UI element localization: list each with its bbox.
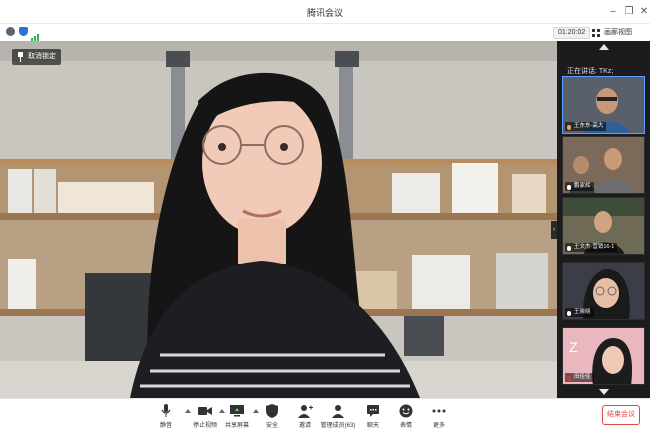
invite-user-icon [298, 405, 313, 418]
meeting-timer: 01:20:02 [553, 27, 591, 39]
minimize-icon[interactable]: – [606, 5, 620, 19]
share-screen-label: 共享屏幕 [224, 423, 249, 429]
shield-icon [266, 404, 278, 418]
close-icon[interactable]: ✕ [637, 5, 650, 19]
restore-icon[interactable]: ❐ [622, 5, 636, 19]
participant-tile[interactable]: 王晓晓 [562, 262, 645, 320]
camera-icon [198, 407, 212, 415]
unpin-button[interactable]: 取消锁定 [12, 49, 61, 65]
mic-muted-icon [567, 376, 571, 381]
shield-icon[interactable] [19, 27, 28, 36]
main-video[interactable]: 取消锁定 › [0, 41, 557, 398]
mic-icon [567, 311, 571, 316]
participant-panel: 正在讲话: TKz; 王东东-高大 鹏家辉 王文杰-营销16-1 王晓晓 Z 田… [557, 41, 650, 398]
emoji-icon [399, 404, 413, 418]
share-screen-icon [230, 405, 244, 417]
chat-icon [367, 405, 379, 417]
mic-icon [567, 125, 571, 130]
participant-name: 王文杰-营销16-1 [565, 243, 618, 252]
mute-label: 静音 [159, 423, 172, 429]
mute-button[interactable]: 静音 [146, 402, 186, 432]
speaker-video-frame [0, 41, 557, 398]
more-label: 更多 [432, 423, 445, 429]
gallery-view-label: 画廊视图 [604, 29, 632, 36]
scroll-down-icon[interactable] [599, 389, 609, 395]
mic-icon [567, 246, 571, 251]
grid-icon [592, 29, 600, 37]
poster-letter-icon: Z [569, 339, 578, 355]
meeting-window: 腾讯会议 – ❐ ✕ 01:20:02 画廊视图 取消锁定 › 正在讲话: TK… [0, 0, 650, 433]
speaking-indicator: 正在讲话: TKz; [567, 68, 614, 75]
participant-tile[interactable]: 王文杰-营销16-1 [562, 197, 645, 255]
microphone-icon [161, 404, 171, 417]
mic-icon [567, 185, 571, 190]
gallery-view-button[interactable]: 画廊视图 [592, 26, 632, 40]
signal-icon[interactable] [31, 28, 41, 41]
participant-tile[interactable]: 王东东-高大 [562, 76, 645, 134]
share-screen-button[interactable]: 共享屏幕 [217, 402, 257, 432]
end-meeting-button[interactable]: 结束会议 [602, 405, 640, 425]
participant-tile[interactable]: Z 田佳佳 [562, 327, 645, 385]
meeting-toolbar: 静音 停止视频 共享屏幕 安全 邀请 管理成员(63) 聊天 表情 更多 结束会… [0, 398, 650, 433]
title-bar: 腾讯会议 – ❐ ✕ [0, 0, 650, 24]
app-title: 腾讯会议 [306, 8, 343, 18]
info-bar: 01:20:02 画廊视图 [0, 24, 650, 41]
manage-members-button[interactable]: 管理成员(63) [318, 402, 358, 432]
more-button[interactable]: 更多 [419, 402, 459, 432]
scroll-up-icon[interactable] [599, 44, 609, 50]
more-dots-icon [432, 409, 446, 413]
pin-icon [18, 52, 23, 62]
meeting-info-icon[interactable] [6, 27, 15, 36]
members-icon [332, 405, 344, 418]
unpin-label: 取消锁定 [28, 53, 56, 60]
participant-tile[interactable]: 鹏家辉 [562, 136, 645, 194]
manage-members-label: 管理成员(63) [320, 423, 356, 429]
participant-name: 王东东-高大 [565, 122, 607, 131]
